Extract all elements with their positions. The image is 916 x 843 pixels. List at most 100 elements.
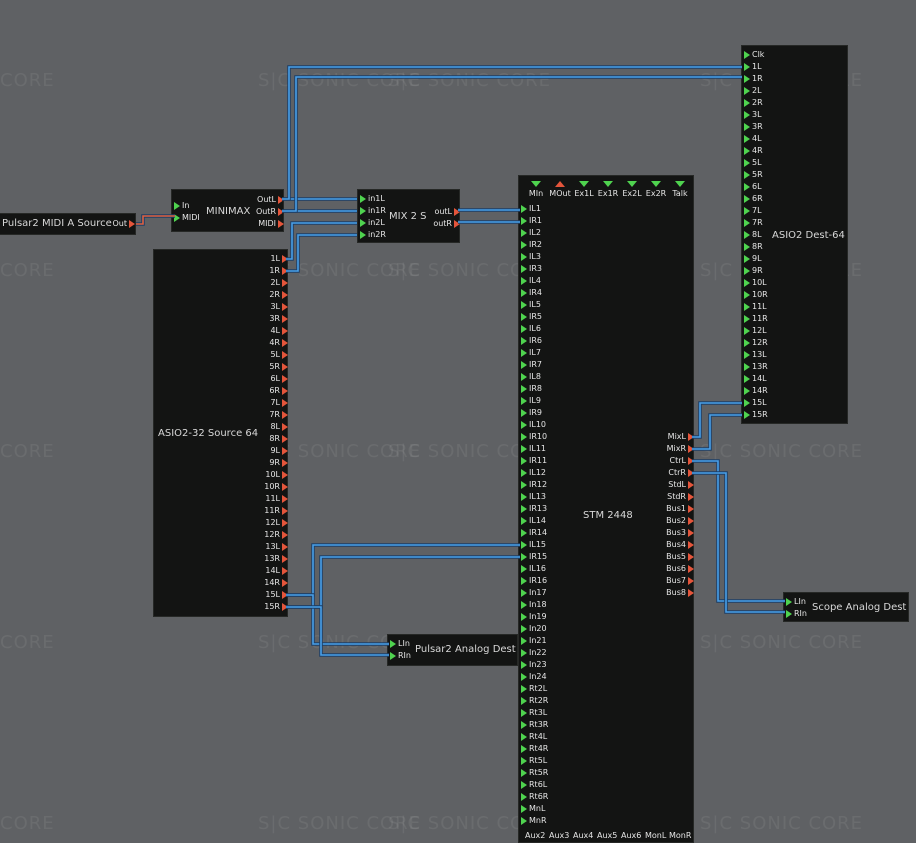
port-in-asio-dest[interactable]: 11L <box>744 301 788 313</box>
port-in-stm[interactable]: IL16 <box>521 563 565 575</box>
port-in-stm[interactable]: IR10 <box>521 431 565 443</box>
port-in-asio-dest[interactable]: 15R <box>744 409 788 421</box>
port-out-asio-source[interactable]: 10R <box>244 481 288 493</box>
port-out-stm[interactable]: MixR <box>649 443 694 455</box>
port-out-asio-source[interactable]: 14R <box>244 577 288 589</box>
port-in-asio-dest[interactable]: 12R <box>744 337 788 349</box>
port-in-stm[interactable]: IR4 <box>521 287 565 299</box>
port-out-asio-source[interactable]: 5R <box>244 361 288 373</box>
port-in-stm[interactable]: Rt4L <box>521 731 565 743</box>
port-out-asio-source[interactable]: 10L <box>244 469 288 481</box>
port-in-mix[interactable]: in2R <box>360 229 400 241</box>
port-out-asio-source[interactable]: 3R <box>244 313 288 325</box>
port-in-stm[interactable]: IR16 <box>521 575 565 587</box>
port-top-stm[interactable]: Ex1L <box>572 179 596 203</box>
port-in-mix[interactable]: in2L <box>360 217 400 229</box>
port-out-stm[interactable]: Bus8 <box>649 587 694 599</box>
port-in-asio-dest[interactable]: 8R <box>744 241 788 253</box>
port-in-asio-dest[interactable]: 5R <box>744 169 788 181</box>
port-out-asio-source[interactable]: 13L <box>244 541 288 553</box>
port-in-stm[interactable]: Rt4R <box>521 743 565 755</box>
port-out-minimax[interactable]: MIDI <box>242 218 284 230</box>
port-out-stm[interactable]: Bus6 <box>649 563 694 575</box>
port-in-stm[interactable]: IR15 <box>521 551 565 563</box>
port-in-asio-dest[interactable]: 3L <box>744 109 788 121</box>
module-mix-2-s[interactable]: MIX 2 S in1L in1R in2L in2R outL outR <box>357 189 460 243</box>
port-in-stm[interactable]: MnL <box>521 803 565 815</box>
port-in-stm[interactable]: Rt2L <box>521 683 565 695</box>
port-in-mix[interactable]: in1L <box>360 193 400 205</box>
port-in-stm[interactable]: IL6 <box>521 323 565 335</box>
port-in-stm[interactable]: IL12 <box>521 467 565 479</box>
port-out-midi-source[interactable]: Out <box>95 218 135 230</box>
port-in-asio-dest[interactable]: 12L <box>744 325 788 337</box>
port-in-asio-dest[interactable]: 2R <box>744 97 788 109</box>
port-out-stm[interactable]: StdR <box>649 491 694 503</box>
port-out-asio-source[interactable]: 12L <box>244 517 288 529</box>
port-in-scope-dest[interactable]: LIn <box>786 596 816 608</box>
port-out-stm[interactable]: StdL <box>649 479 694 491</box>
port-in-stm[interactable]: IL9 <box>521 395 565 407</box>
port-out-mix[interactable]: outR <box>418 218 460 230</box>
module-scope-analog-dest[interactable]: Scope Analog Dest LIn RIn <box>783 592 909 622</box>
port-out-asio-source[interactable]: 12R <box>244 529 288 541</box>
port-in-stm[interactable]: IR7 <box>521 359 565 371</box>
module-stm-2448[interactable]: STM 2448 IL1 IR1 IL2 IR2 IL3 IR3 IL4 IR4 IL5 IR5 I… <box>518 175 694 843</box>
port-out-asio-source[interactable]: 4L <box>244 325 288 337</box>
port-out-stm[interactable]: Bus5 <box>649 551 694 563</box>
port-out-asio-source[interactable]: 1L <box>244 253 288 265</box>
port-in-stm[interactable]: In24 <box>521 671 565 683</box>
port-in-stm[interactable]: In18 <box>521 599 565 611</box>
port-in-asio-dest[interactable]: 13R <box>744 361 788 373</box>
port-out-asio-source[interactable]: 7L <box>244 397 288 409</box>
port-in-asio-dest[interactable]: 15L <box>744 397 788 409</box>
port-in-minimax[interactable]: In <box>174 200 214 212</box>
port-top-stm[interactable]: Ex2L <box>620 179 644 203</box>
port-in-asio-dest[interactable]: 10R <box>744 289 788 301</box>
port-in-stm[interactable]: IR3 <box>521 263 565 275</box>
port-in-asio-dest[interactable]: 10L <box>744 277 788 289</box>
port-in-stm[interactable]: IR11 <box>521 455 565 467</box>
port-in-asio-dest[interactable]: 1L <box>744 61 788 73</box>
port-in-pulsar-dest[interactable]: LIn <box>390 638 420 650</box>
port-out-mix[interactable]: outL <box>418 206 460 218</box>
port-out-asio-source[interactable]: 2R <box>244 289 288 301</box>
port-in-mix[interactable]: in1R <box>360 205 400 217</box>
port-in-stm[interactable]: IL11 <box>521 443 565 455</box>
port-out-stm[interactable]: CtrL <box>649 455 694 467</box>
port-out-asio-source[interactable]: 6R <box>244 385 288 397</box>
port-out-asio-source[interactable]: 11L <box>244 493 288 505</box>
port-in-asio-dest[interactable]: 9L <box>744 253 788 265</box>
port-out-asio-source[interactable]: 15R <box>244 601 288 613</box>
module-minimax[interactable]: MINIMAX In MIDI OutL OutR MIDI <box>171 189 284 232</box>
port-out-stm[interactable]: Bus2 <box>649 515 694 527</box>
port-out-stm[interactable]: MixL <box>649 431 694 443</box>
port-top-stm[interactable]: MOut <box>548 179 572 203</box>
port-in-stm[interactable]: IL2 <box>521 227 565 239</box>
port-in-stm[interactable]: IL7 <box>521 347 565 359</box>
port-out-asio-source[interactable]: 15L <box>244 589 288 601</box>
port-in-stm[interactable]: Rt6L <box>521 779 565 791</box>
port-in-stm[interactable]: IR2 <box>521 239 565 251</box>
port-in-stm[interactable]: IL14 <box>521 515 565 527</box>
port-in-pulsar-dest[interactable]: RIn <box>390 650 420 662</box>
port-in-stm[interactable]: IL5 <box>521 299 565 311</box>
port-in-stm[interactable]: IR12 <box>521 479 565 491</box>
port-in-stm[interactable]: In20 <box>521 623 565 635</box>
port-in-stm[interactable]: IR1 <box>521 215 565 227</box>
port-in-stm[interactable]: In17 <box>521 587 565 599</box>
port-in-asio-dest[interactable]: 9R <box>744 265 788 277</box>
port-in-stm[interactable]: IL8 <box>521 371 565 383</box>
port-out-asio-source[interactable]: 5L <box>244 349 288 361</box>
port-top-stm[interactable]: Ex2R <box>644 179 668 203</box>
port-in-asio-dest[interactable]: 6L <box>744 181 788 193</box>
port-in-asio-dest[interactable]: 3R <box>744 121 788 133</box>
port-in-stm[interactable]: IL10 <box>521 419 565 431</box>
port-in-stm[interactable]: IR8 <box>521 383 565 395</box>
port-out-minimax[interactable]: OutL <box>242 194 284 206</box>
port-in-stm[interactable]: IR5 <box>521 311 565 323</box>
port-in-asio-dest[interactable]: 11R <box>744 313 788 325</box>
port-out-asio-source[interactable]: 8L <box>244 421 288 433</box>
port-in-stm[interactable]: Rt6R <box>521 791 565 803</box>
port-in-stm[interactable]: IR6 <box>521 335 565 347</box>
